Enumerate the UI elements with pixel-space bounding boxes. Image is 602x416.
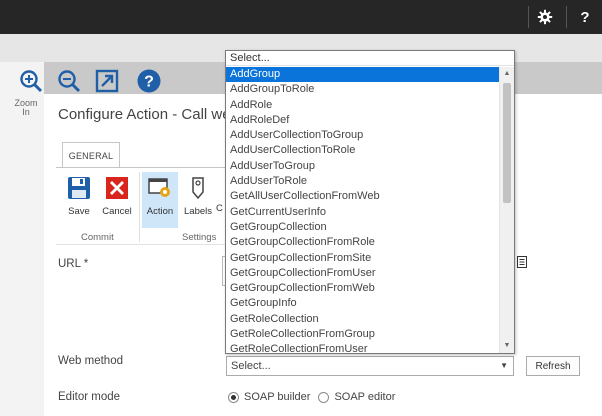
dropdown-option[interactable]: GetGroupCollectionFromWeb <box>226 281 500 296</box>
save-label: Save <box>68 206 90 217</box>
settings-group-label: Settings <box>182 232 217 243</box>
web-method-dropdown[interactable]: Select... AddGroup AddGroupToRole AddRole A… <box>225 50 515 354</box>
soap-builder-label: SOAP builder <box>244 391 311 403</box>
soap-editor-radio[interactable] <box>318 391 330 403</box>
suite-bar-divider <box>566 6 567 28</box>
dropdown-option[interactable]: AddUserToRole <box>226 174 500 189</box>
soap-editor-option[interactable]: SOAP editor <box>318 391 395 403</box>
scroll-up-icon[interactable]: ▲ <box>500 67 514 81</box>
document-icon[interactable] <box>516 256 528 268</box>
chevron-down-icon: ▼ <box>500 361 508 370</box>
soap-builder-radio[interactable] <box>228 391 239 403</box>
dropdown-option[interactable]: AddGroupToRole <box>226 82 500 97</box>
dropdown-option[interactable]: GetGroupCollection <box>226 220 500 235</box>
zoom-out-icon[interactable] <box>56 68 82 94</box>
editor-mode-label: Editor mode <box>58 391 121 403</box>
zoom-in-icon[interactable] <box>18 68 44 94</box>
open-in-new-icon[interactable] <box>94 68 120 94</box>
soap-builder-option[interactable]: SOAP builder <box>228 391 310 403</box>
url-label: URL * <box>58 258 89 270</box>
ribbon-group-divider <box>139 172 140 242</box>
dropdown-option[interactable]: GetRoleCollectionFromUser <box>226 342 500 353</box>
cancel-label: Cancel <box>102 206 132 217</box>
labels-label: Labels <box>184 206 212 217</box>
web-method-select[interactable]: Select... ▼ <box>226 356 514 376</box>
dropdown-option[interactable]: AddRoleDef <box>226 113 500 128</box>
tag-icon <box>192 177 204 200</box>
dropdown-option[interactable]: GetAllUserCollectionFromWeb <box>226 189 500 204</box>
dropdown-option[interactable]: AddGroup <box>226 67 500 83</box>
refresh-button[interactable]: Refresh <box>526 356 580 376</box>
help-button[interactable]: ? <box>568 0 602 34</box>
scroll-down-icon[interactable]: ▼ <box>500 339 514 353</box>
zoom-in-label: Zoom In <box>14 98 38 117</box>
action-label: Action <box>146 206 174 217</box>
save-icon <box>68 177 90 199</box>
tab-general[interactable]: GENERAL <box>62 142 120 168</box>
dropdown-scrollbar[interactable]: ▲ ▼ <box>499 67 514 353</box>
editor-mode-radios: SOAP builder SOAP editor <box>228 391 403 403</box>
labels-button[interactable]: Labels <box>182 172 214 228</box>
settings-button[interactable] <box>528 0 562 34</box>
cancel-icon <box>106 177 128 199</box>
cancel-button[interactable]: Cancel <box>100 172 134 228</box>
dropdown-option[interactable]: AddUserCollectionToRole <box>226 143 500 158</box>
soap-editor-label: SOAP editor <box>334 391 396 403</box>
dropdown-option[interactable]: GetGroupInfo <box>226 296 500 311</box>
dropdown-option[interactable]: GetGroupCollectionFromSite <box>226 251 500 266</box>
dropdown-option[interactable]: AddUserToGroup <box>226 159 500 174</box>
help-label: ? <box>580 8 590 26</box>
action-button[interactable]: Action <box>142 172 178 228</box>
scrollbar-thumb[interactable] <box>503 83 511 203</box>
save-button[interactable]: Save <box>62 172 96 228</box>
dropdown-option[interactable]: GetRoleCollectionFromGroup <box>226 327 500 342</box>
dropdown-option[interactable]: AddUserCollectionToGroup <box>226 128 500 143</box>
action-gear-icon <box>148 178 170 197</box>
svg-text:?: ? <box>144 74 154 91</box>
dropdown-option[interactable]: AddRole <box>226 98 500 113</box>
dropdown-header[interactable]: Select... <box>226 51 514 66</box>
gear-icon <box>537 9 553 25</box>
commit-group-label: Commit <box>81 232 114 243</box>
dropdown-option[interactable]: GetGroupCollectionFromRole <box>226 235 500 250</box>
dialog-title: Configure Action - Call web <box>58 106 239 123</box>
dropdown-option[interactable]: GetCurrentUserInfo <box>226 205 500 220</box>
dropdown-options: AddGroup AddGroupToRole AddRole AddRoleDef A… <box>226 67 500 353</box>
dropdown-option[interactable]: GetGroupCollectionFromUser <box>226 266 500 281</box>
dropdown-option[interactable]: GetRoleCollection <box>226 312 500 327</box>
help-icon[interactable]: ? <box>136 68 162 94</box>
suite-bar: ? <box>0 0 602 34</box>
web-method-label: Web method <box>58 355 123 367</box>
web-method-value: Select... <box>231 360 271 372</box>
